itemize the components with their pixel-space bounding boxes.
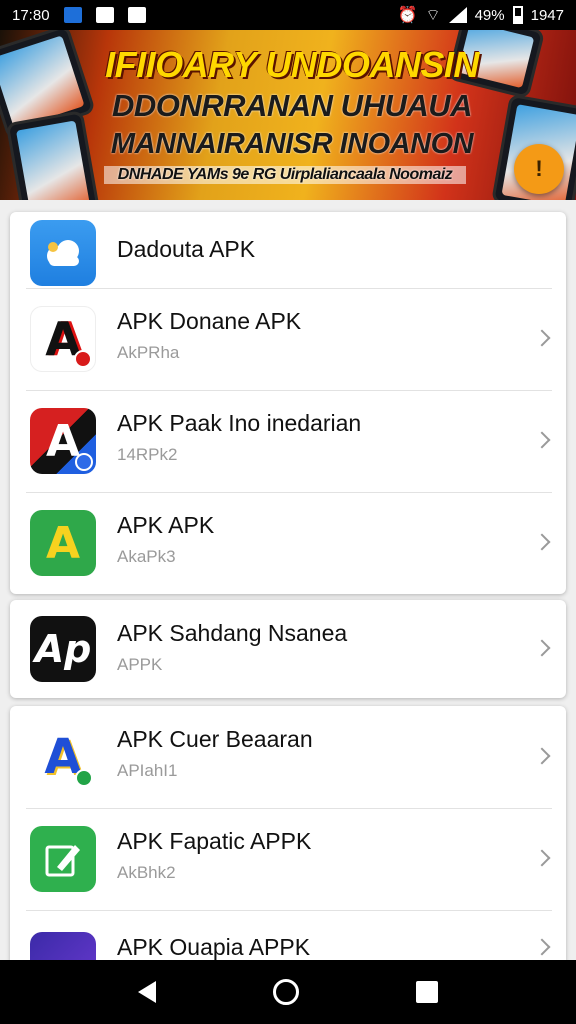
status-time: 17:80 [12,6,50,24]
chevron-right-icon [533,849,551,867]
app-subtitle: APPK [117,655,163,674]
chevron-right-icon [533,431,551,449]
app-subtitle: AkPRha [117,343,180,362]
alert-icon: ! [535,156,543,181]
banner-headline-3: MANNAIRANISR INOANON [110,128,474,160]
chevron-right-icon [533,533,551,551]
status-bar: 17:80 ⏰ ⌔ 49% 1947 [0,0,576,30]
chevron-right-icon [533,639,551,657]
black-ap-app-icon: Ap [30,616,96,682]
letter-a-flag-app-icon: A [30,408,96,474]
alert-button[interactable]: ! [514,144,564,194]
signal-icon [448,7,467,23]
app-list-item[interactable]: A APK APK AkaPk3 [10,492,566,594]
app-list-item[interactable]: A APK Paak Ino inedarian 14RPk2 [10,390,566,492]
chevron-right-icon [533,747,551,765]
app-list-item[interactable]: APK Ouapia APPK [10,910,566,966]
app-title: APK APK [117,512,215,538]
app-title: APK Ouapia APPK [117,934,311,960]
app-list-item[interactable]: A APK Donane APK AkPRha [10,288,566,390]
back-icon[interactable] [138,981,157,1003]
green-edit-app-icon [30,826,96,892]
blue-a-app-icon: A [30,724,96,790]
cloud-app-icon [30,220,96,286]
app-title: APK Fapatic APPK [117,828,312,854]
app-card: A APK Cuer Beaaran APIahI1 APK Fapatic A… [10,706,566,966]
app-subtitle: AkBhk2 [117,863,176,882]
green-a-app-icon: A [30,510,96,576]
app-subtitle: AkaPk3 [117,547,176,566]
app-list-item[interactable]: Dadouta APK [10,212,566,288]
app-title: APK Paak Ino inedarian [117,410,362,436]
phone-illustration [5,110,101,200]
chevron-right-icon [533,938,551,956]
battery-icon [512,6,523,24]
app-subtitle: APIahI1 [117,761,178,780]
app-card: Dadouta APK A APK Donane APK AkPRha A AP… [10,212,566,594]
app-notification-icon [63,7,82,23]
banner-headline-2: DDONRRANAN UHUAUA [111,88,473,123]
app-title: APK Cuer Beaaran [117,726,313,752]
status-clock-right: 1947 [530,6,564,24]
recents-icon[interactable] [415,981,438,1003]
app-list-item[interactable]: APK Fapatic APPK AkBhk2 [10,808,566,910]
banner-subline: DNHADE YAMs 9e RG Uirplaliancaala Noomai… [104,166,466,184]
battery-percent: 49% [474,6,505,24]
wifi-icon: ⌔ [425,7,441,24]
app-list-item[interactable]: A APK Cuer Beaaran APIahI1 [10,706,566,808]
navigation-bar [0,960,576,1024]
app-subtitle: 14RPk2 [117,445,178,464]
banner-headline-1: IFIIOARY UNDOANSIN [105,44,479,85]
app-title: APK Sahdang Nsanea [117,620,348,646]
image-notification-icon [127,7,146,23]
promo-banner[interactable]: IFIIOARY UNDOANSIN DDONRRANAN UHUAUA MAN… [0,30,576,200]
message-notification-icon [95,7,114,23]
app-title: Dadouta APK [117,236,256,262]
chevron-right-icon [533,329,551,347]
alarm-icon: ⏰ [397,7,418,24]
app-card: Ap APK Sahdang Nsanea APPK [10,600,566,698]
letter-a-red-app-icon: A [30,306,96,372]
app-list-item[interactable]: Ap APK Sahdang Nsanea APPK [10,600,566,698]
app-title: APK Donane APK [117,308,302,334]
home-icon[interactable] [272,979,299,1005]
